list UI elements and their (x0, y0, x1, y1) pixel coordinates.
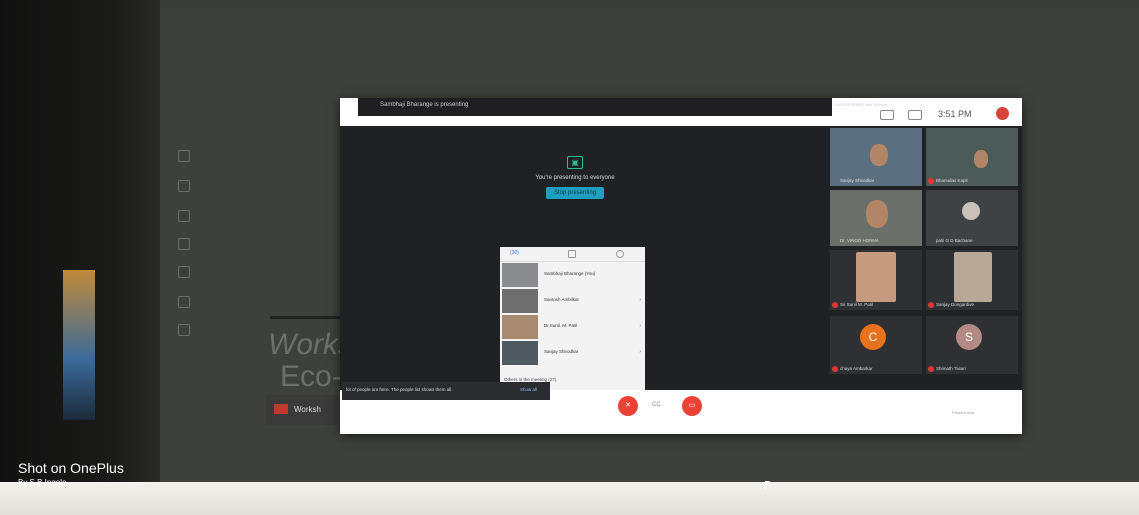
captions-button[interactable]: CC (652, 402, 661, 408)
mic-muted-icon (928, 302, 934, 308)
participant-name: Shrinath Tiwari (936, 366, 966, 371)
colorful-object-left (63, 270, 95, 420)
person-thumbnail (502, 315, 538, 339)
participant-tile[interactable]: Dr. VINOD HONNA (830, 190, 922, 246)
people-list-item[interactable]: Santosh Ambilkar › (500, 289, 645, 313)
show-all-link[interactable]: Show all (520, 387, 537, 392)
slide-sidebar-icon (178, 180, 190, 192)
person-thumbnail (502, 341, 538, 365)
person-thumbnail (502, 289, 538, 313)
logo-mark (274, 404, 288, 414)
participant-name: Bhanudas Kapil (936, 178, 968, 183)
people-panel: (30) Sambhaji Bharange (You) Santosh Amb… (500, 247, 645, 402)
participant-video (870, 144, 888, 166)
participant-name: chaya Ambarkar (840, 366, 873, 371)
watermark-line2: By S.B.Ingole (18, 478, 67, 487)
participant-name: Sir Sunil M. Patil (840, 302, 874, 307)
people-list-item[interactable]: Sanjay Shirodkar › (500, 341, 645, 365)
participant-initial: C (860, 324, 886, 350)
clock: 3:51 PM (938, 109, 972, 119)
bottom-edge-band (0, 482, 1139, 515)
participant-tile[interactable]: patil G D Bachane (926, 190, 1018, 246)
person-thumbnail (502, 263, 538, 287)
people-panel-tabs: (30) (500, 247, 645, 262)
more-icon[interactable]: › (639, 323, 641, 329)
participant-tile[interactable]: Bhanudas Kapil (926, 128, 1018, 186)
presenting-banner-bar: Sambhaji Bharange is presenting (358, 98, 832, 116)
slide-sidebar-icon (178, 266, 190, 278)
mouse-cursor-icon (765, 481, 770, 490)
user-avatar[interactable] (996, 107, 1009, 120)
chat-tab-icon[interactable] (568, 250, 576, 258)
person-name: Santosh Ambilkar (544, 297, 580, 302)
participant-name: patil G D Bachane (936, 238, 973, 243)
slide-sidebar-icon (178, 150, 190, 162)
slide-sidebar-icon (178, 296, 190, 308)
participant-video (974, 150, 988, 168)
slide-sidebar-icon (178, 324, 190, 336)
participant-tiles: Sanjay Shirodkar Bhanudas Kapil Dr. VINO… (830, 128, 1020, 386)
more-icon[interactable]: › (639, 349, 641, 355)
mic-muted-icon (928, 366, 934, 372)
participant-video (866, 200, 888, 228)
person-name: Sambhaji Bharange (You) (544, 271, 596, 276)
photo-scene: Works Eco- Worksh Sambhaji Bharange is p… (0, 0, 1139, 515)
person-name: Dr.Sunil. M. Patil (544, 323, 578, 328)
person-name: Sanjay Shirodkar (544, 349, 579, 354)
people-list-item[interactable]: Dr.Sunil. M. Patil › (500, 315, 645, 339)
participant-tile[interactable]: S Shrinath Tiwari (926, 316, 1018, 374)
slide-sidebar-icon (178, 210, 190, 222)
mic-muted-icon (832, 366, 838, 372)
chat-icon[interactable] (908, 110, 922, 120)
present-screen-icon: ▣ (567, 156, 583, 169)
presenting-panel: ▣ You're presenting to everyone Stop pre… (510, 156, 640, 199)
camera-off-button[interactable]: ▭ (682, 396, 702, 416)
participant-name: Sanjay Dongardive (936, 302, 975, 307)
participant-tile[interactable]: Sanjay Shirodkar (830, 128, 922, 186)
people-toast: lot of people are here. The people list … (342, 382, 550, 400)
slide-rule (270, 316, 340, 319)
watermark-line1: Shot on OnePlus (18, 460, 124, 476)
present-now-label[interactable]: Present now (952, 410, 974, 415)
participant-name: Sanjay Shirodkar (840, 178, 875, 183)
slide-title-line2: Eco- (280, 360, 342, 393)
mic-muted-icon (832, 302, 838, 308)
participant-name: Dr. VINOD HONNA (840, 238, 879, 243)
video-strip-label: SURESH BANGI and 11 more (834, 102, 888, 107)
more-icon[interactable]: › (639, 297, 641, 303)
participant-tile[interactable]: Sanjay Dongardive (926, 250, 1018, 310)
participant-initial: S (956, 324, 982, 350)
stop-presenting-button[interactable]: Stop presenting (545, 187, 605, 199)
participant-tile[interactable]: C chaya Ambarkar (830, 316, 922, 374)
presenting-message: You're presenting to everyone (535, 175, 615, 181)
mic-muted-icon (928, 178, 934, 184)
presenting-banner: Sambhaji Bharange is presenting (380, 102, 469, 108)
activities-tab-icon[interactable] (616, 250, 624, 258)
mic-off-button[interactable]: ✕ (618, 396, 638, 416)
participant-video (856, 252, 896, 302)
people-icon[interactable] (880, 110, 894, 120)
toast-text: lot of people are here. The people list … (346, 387, 453, 392)
camera-watermark: Shot on OnePlus By S.B.Ingole (18, 460, 124, 487)
participants-tab-count[interactable]: (30) (510, 250, 519, 256)
logo-text: Worksh (294, 405, 321, 414)
slide-logo: Worksh (266, 395, 338, 425)
participant-video (954, 252, 992, 302)
participant-video (962, 202, 980, 220)
participant-tile[interactable]: Sir Sunil M. Patil (830, 250, 922, 310)
people-list-item[interactable]: Sambhaji Bharange (You) (500, 263, 645, 287)
slide-sidebar-icon (178, 238, 190, 250)
dark-wall-left (0, 0, 160, 515)
meet-window: Sambhaji Bharange is presenting SURESH B… (340, 98, 1022, 434)
